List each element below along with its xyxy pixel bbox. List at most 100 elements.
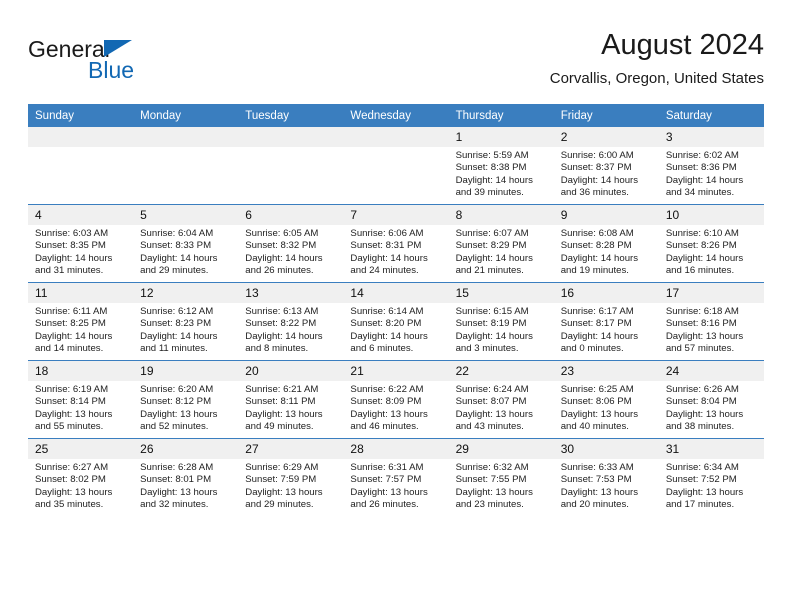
calendar-day-cell[interactable]: 11 Sunrise: 6:11 AM Sunset: 8:25 PM Dayligh… bbox=[28, 282, 134, 361]
day-details: Sunrise: 6:03 AM Sunset: 8:35 PM Daylight:… bbox=[28, 225, 133, 278]
calendar-day-cell[interactable]: 5 Sunrise: 6:04 AM Sunset: 8:33 PM Daylight… bbox=[133, 204, 239, 283]
day-details: Sunrise: 6:13 AM Sunset: 8:22 PM Daylight:… bbox=[238, 303, 343, 356]
sunrise-text: Sunrise: 6:06 AM bbox=[350, 228, 424, 239]
day-number: 12 bbox=[133, 283, 239, 303]
day-number: 18 bbox=[28, 361, 134, 381]
calendar-day-cell[interactable]: 19 Sunrise: 6:20 AM Sunset: 8:12 PM Dayligh… bbox=[133, 360, 239, 439]
day-details: Sunrise: 6:28 AM Sunset: 8:01 PM Daylight:… bbox=[133, 459, 238, 512]
calendar-day-cell[interactable]: 17 Sunrise: 6:18 AM Sunset: 8:16 PM Dayligh… bbox=[658, 282, 764, 361]
calendar-day-cell[interactable]: 25 Sunrise: 6:27 AM Sunset: 8:02 PM Dayligh… bbox=[28, 438, 134, 516]
calendar-day-cell[interactable]: 27 Sunrise: 6:29 AM Sunset: 7:59 PM Dayligh… bbox=[238, 438, 344, 516]
daylight-text: Daylight: 14 hours and 39 minutes. bbox=[455, 174, 533, 199]
calendar-day-cell[interactable]: 31 Sunrise: 6:34 AM Sunset: 7:52 PM Dayligh… bbox=[658, 438, 764, 516]
calendar-day-cell[interactable]: 20 Sunrise: 6:21 AM Sunset: 8:11 PM Dayligh… bbox=[238, 360, 344, 439]
calendar-week-row: 11 Sunrise: 6:11 AM Sunset: 8:25 PM Dayligh… bbox=[28, 282, 764, 361]
calendar-day-cell[interactable]: 8 Sunrise: 6:07 AM Sunset: 8:29 PM Daylight… bbox=[448, 204, 554, 283]
sunrise-text: Sunrise: 6:34 AM bbox=[665, 462, 739, 473]
day-details: Sunrise: 6:05 AM Sunset: 8:32 PM Daylight:… bbox=[238, 225, 343, 278]
calendar-day-cell[interactable]: 28 Sunrise: 6:31 AM Sunset: 7:57 PM Dayligh… bbox=[343, 438, 449, 516]
calendar-day-cell[interactable]: 6 Sunrise: 6:05 AM Sunset: 8:32 PM Daylight… bbox=[238, 204, 344, 283]
sunset-text: Sunset: 8:35 PM bbox=[35, 240, 106, 252]
calendar-day-cell[interactable]: 14 Sunrise: 6:14 AM Sunset: 8:20 PM Dayligh… bbox=[343, 282, 449, 361]
sunrise-text: Sunrise: 6:15 AM bbox=[455, 306, 529, 317]
day-details: Sunrise: 6:29 AM Sunset: 7:59 PM Daylight:… bbox=[238, 459, 343, 512]
day-details: Sunrise: 6:12 AM Sunset: 8:23 PM Daylight:… bbox=[133, 303, 238, 356]
day-number: 23 bbox=[553, 361, 659, 381]
calendar-day-cell[interactable]: 26 Sunrise: 6:28 AM Sunset: 8:01 PM Dayligh… bbox=[133, 438, 239, 516]
daylight-text: Daylight: 13 hours and 20 minutes. bbox=[560, 486, 639, 511]
calendar-day-cell[interactable]: 21 Sunrise: 6:22 AM Sunset: 8:09 PM Dayligh… bbox=[343, 360, 449, 439]
calendar-day-cell[interactable]: 12 Sunrise: 6:12 AM Sunset: 8:23 PM Dayligh… bbox=[133, 282, 239, 361]
logo-triangle-icon bbox=[104, 40, 132, 57]
calendar-day-cell[interactable]: 22 Sunrise: 6:24 AM Sunset: 8:07 PM Dayligh… bbox=[448, 360, 554, 439]
calendar-day-cell[interactable]: 15 Sunrise: 6:15 AM Sunset: 8:19 PM Dayligh… bbox=[448, 282, 554, 361]
daylight-text: Daylight: 13 hours and 55 minutes. bbox=[35, 408, 113, 433]
daylight-text: Daylight: 14 hours and 29 minutes. bbox=[140, 252, 218, 277]
day-number: 26 bbox=[133, 439, 239, 459]
sunrise-text: Sunrise: 6:29 AM bbox=[245, 462, 319, 473]
calendar-page: General Blue August 2024 Corvallis, Oreg… bbox=[0, 0, 792, 612]
calendar-day-cell[interactable]: 2 Sunrise: 6:00 AM Sunset: 8:37 PM Daylight… bbox=[553, 127, 659, 205]
day-number: 20 bbox=[238, 361, 344, 381]
sunset-text: Sunset: 8:36 PM bbox=[665, 162, 737, 174]
logo-general-blue: General Blue bbox=[28, 36, 278, 94]
sunrise-text: Sunrise: 6:17 AM bbox=[560, 306, 634, 317]
calendar-day-cell[interactable]: 7 Sunrise: 6:06 AM Sunset: 8:31 PM Daylight… bbox=[343, 204, 449, 283]
calendar-day-cell[interactable]: 3 Sunrise: 6:02 AM Sunset: 8:36 PM Daylight… bbox=[658, 127, 764, 205]
daylight-text: Daylight: 14 hours and 0 minutes. bbox=[560, 330, 639, 355]
day-number bbox=[343, 127, 449, 147]
sunset-text: Sunset: 8:37 PM bbox=[560, 162, 632, 174]
daylight-text: Daylight: 14 hours and 19 minutes. bbox=[560, 252, 639, 277]
sunset-text: Sunset: 7:53 PM bbox=[560, 474, 632, 486]
sunset-text: Sunset: 8:12 PM bbox=[140, 396, 212, 408]
logo-text-blue: Blue bbox=[88, 57, 135, 83]
calendar-day-cell[interactable]: 16 Sunrise: 6:17 AM Sunset: 8:17 PM Dayligh… bbox=[553, 282, 659, 361]
daylight-text: Daylight: 13 hours and 35 minutes. bbox=[35, 486, 113, 511]
sunset-text: Sunset: 8:33 PM bbox=[140, 240, 212, 252]
day-number: 29 bbox=[448, 439, 554, 459]
calendar-week-row: 18 Sunrise: 6:19 AM Sunset: 8:14 PM Dayligh… bbox=[28, 360, 764, 439]
day-details: Sunrise: 6:24 AM Sunset: 8:07 PM Daylight:… bbox=[449, 381, 554, 434]
calendar-day-cell bbox=[238, 127, 344, 205]
daylight-text: Daylight: 13 hours and 52 minutes. bbox=[140, 408, 218, 433]
day-details: Sunrise: 6:06 AM Sunset: 8:31 PM Daylight:… bbox=[343, 225, 448, 278]
page-header: General Blue August 2024 Corvallis, Oreg… bbox=[28, 28, 764, 98]
day-details: Sunrise: 6:07 AM Sunset: 8:29 PM Daylight:… bbox=[449, 225, 554, 278]
day-details: Sunrise: 6:20 AM Sunset: 8:12 PM Daylight:… bbox=[133, 381, 238, 434]
calendar-day-cell[interactable]: 1 Sunrise: 5:59 AM Sunset: 8:38 PM Daylight… bbox=[448, 127, 554, 205]
day-number: 28 bbox=[343, 439, 449, 459]
calendar-day-cell[interactable]: 24 Sunrise: 6:26 AM Sunset: 8:04 PM Dayligh… bbox=[658, 360, 764, 439]
day-number: 21 bbox=[343, 361, 449, 381]
daylight-text: Daylight: 14 hours and 16 minutes. bbox=[665, 252, 744, 277]
day-number: 7 bbox=[343, 205, 449, 225]
sunrise-text: Sunrise: 6:32 AM bbox=[455, 462, 529, 473]
day-details: Sunrise: 6:11 AM Sunset: 8:25 PM Daylight:… bbox=[28, 303, 133, 356]
calendar-day-cell[interactable]: 10 Sunrise: 6:10 AM Sunset: 8:26 PM Dayligh… bbox=[658, 204, 764, 283]
daylight-text: Daylight: 13 hours and 46 minutes. bbox=[350, 408, 428, 433]
sunrise-text: Sunrise: 6:12 AM bbox=[140, 306, 214, 317]
day-details: Sunrise: 6:18 AM Sunset: 8:16 PM Daylight:… bbox=[659, 303, 764, 356]
sunset-text: Sunset: 8:28 PM bbox=[560, 240, 632, 252]
day-details: Sunrise: 5:59 AM Sunset: 8:38 PM Daylight:… bbox=[449, 147, 554, 200]
calendar-day-cell[interactable]: 29 Sunrise: 6:32 AM Sunset: 7:55 PM Dayligh… bbox=[448, 438, 554, 516]
calendar-day-cell[interactable]: 13 Sunrise: 6:13 AM Sunset: 8:22 PM Dayligh… bbox=[238, 282, 344, 361]
sunset-text: Sunset: 8:32 PM bbox=[245, 240, 317, 252]
calendar-day-cell[interactable]: 30 Sunrise: 6:33 AM Sunset: 7:53 PM Dayligh… bbox=[553, 438, 659, 516]
sunrise-text: Sunrise: 6:02 AM bbox=[665, 150, 739, 161]
day-number: 4 bbox=[28, 205, 134, 225]
day-number: 15 bbox=[448, 283, 554, 303]
weekday-header-saturday: Saturday bbox=[658, 104, 764, 127]
calendar-day-cell[interactable]: 9 Sunrise: 6:08 AM Sunset: 8:28 PM Daylight… bbox=[553, 204, 659, 283]
daylight-text: Daylight: 14 hours and 24 minutes. bbox=[350, 252, 428, 277]
calendar-day-cell[interactable]: 23 Sunrise: 6:25 AM Sunset: 8:06 PM Dayligh… bbox=[553, 360, 659, 439]
sunrise-text: Sunrise: 6:26 AM bbox=[665, 384, 739, 395]
day-details: Sunrise: 6:04 AM Sunset: 8:33 PM Daylight:… bbox=[133, 225, 238, 278]
day-number: 30 bbox=[553, 439, 659, 459]
sunset-text: Sunset: 7:57 PM bbox=[350, 474, 422, 486]
sunrise-text: Sunrise: 6:25 AM bbox=[560, 384, 634, 395]
day-details: Sunrise: 6:25 AM Sunset: 8:06 PM Daylight:… bbox=[554, 381, 659, 434]
calendar-day-cell[interactable]: 18 Sunrise: 6:19 AM Sunset: 8:14 PM Dayligh… bbox=[28, 360, 134, 439]
day-number: 10 bbox=[658, 205, 764, 225]
calendar-day-cell[interactable]: 4 Sunrise: 6:03 AM Sunset: 8:35 PM Daylight… bbox=[28, 204, 134, 283]
weekday-header-thursday: Thursday bbox=[448, 104, 554, 127]
